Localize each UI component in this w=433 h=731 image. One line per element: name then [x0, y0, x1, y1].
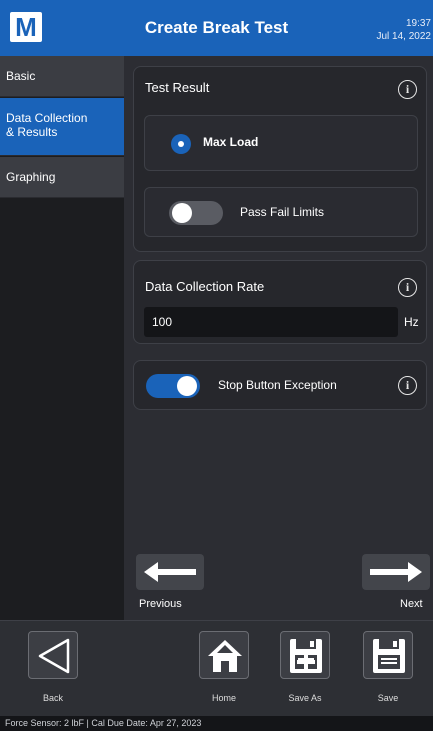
clock-date: Jul 14, 2022 — [376, 31, 432, 42]
save-as-icon — [290, 639, 322, 673]
pass-fail-limits-row: Pass Fail Limits — [144, 187, 418, 237]
sidebar-item-label: Basic — [6, 69, 36, 83]
save-button[interactable] — [363, 631, 413, 679]
stop-button-exception-card: Stop Button Exception i — [133, 360, 427, 410]
stop-button-exception-label: Stop Button Exception — [218, 378, 337, 392]
footer-toolbar: Back Home Save As Save — [0, 620, 433, 716]
data-collection-rate-label: Data Collection Rate — [145, 279, 265, 294]
data-collection-rate-input[interactable]: 100 — [144, 307, 398, 337]
save-icon — [373, 639, 405, 673]
sidebar-item-label: & Results — [6, 125, 58, 139]
stop-button-exception-toggle[interactable] — [146, 374, 200, 398]
previous-label: Previous — [139, 598, 182, 610]
back-label: Back — [42, 693, 63, 703]
home-icon — [208, 640, 242, 672]
test-result-label: Test Result — [145, 80, 210, 95]
arrow-right-icon — [370, 562, 422, 582]
test-result-card: Test Result i Max Load Pass Fail Limits — [133, 66, 427, 252]
data-collection-card: Data Collection Rate i 100 Hz — [133, 260, 427, 344]
sidebar-item-data-collection[interactable]: Data Collection & Results — [0, 98, 124, 156]
arrow-left-icon — [144, 562, 196, 582]
sidebar-item-graphing[interactable]: Graphing — [0, 157, 124, 198]
clock-time: 19:37 — [405, 18, 431, 29]
next-label: Next — [400, 598, 423, 610]
toggle-knob — [177, 376, 197, 396]
toggle-knob — [172, 203, 192, 223]
home-button[interactable] — [199, 631, 249, 679]
app-header: M Create Break Test 19:37 Jul 14, 2022 — [0, 0, 433, 56]
sidebar-item-label: Graphing — [6, 170, 56, 184]
status-bar: Force Sensor: 2 lbF | Cal Due Date: Apr … — [0, 716, 433, 731]
home-label: Home — [211, 693, 236, 703]
next-button[interactable] — [362, 554, 430, 590]
info-icon[interactable]: i — [398, 278, 417, 297]
info-icon[interactable]: i — [398, 376, 417, 395]
back-triangle-icon — [38, 638, 70, 674]
pass-fail-limits-label: Pass Fail Limits — [240, 205, 325, 219]
main-panel: Test Result i Max Load Pass Fail Limits … — [124, 56, 433, 620]
rate-unit: Hz — [404, 315, 419, 329]
page-title: Create Break Test — [144, 18, 289, 37]
save-label: Save — [377, 693, 399, 703]
info-icon[interactable]: i — [398, 80, 417, 99]
save-as-button[interactable] — [280, 631, 330, 679]
back-button[interactable] — [28, 631, 78, 679]
previous-button[interactable] — [136, 554, 204, 590]
sidebar-item-label: Data Collection — [6, 111, 88, 125]
pass-fail-limits-toggle[interactable] — [169, 201, 223, 225]
sidebar: Basic Data Collection & Results Graphing — [0, 56, 124, 620]
max-load-option[interactable]: Max Load — [144, 115, 418, 171]
clock: 19:37 Jul 14, 2022 — [377, 17, 432, 43]
max-load-label: Max Load — [203, 135, 259, 149]
save-as-label: Save As — [288, 693, 322, 703]
radio-selected-icon[interactable] — [171, 134, 191, 154]
sidebar-item-basic[interactable]: Basic — [0, 56, 124, 97]
